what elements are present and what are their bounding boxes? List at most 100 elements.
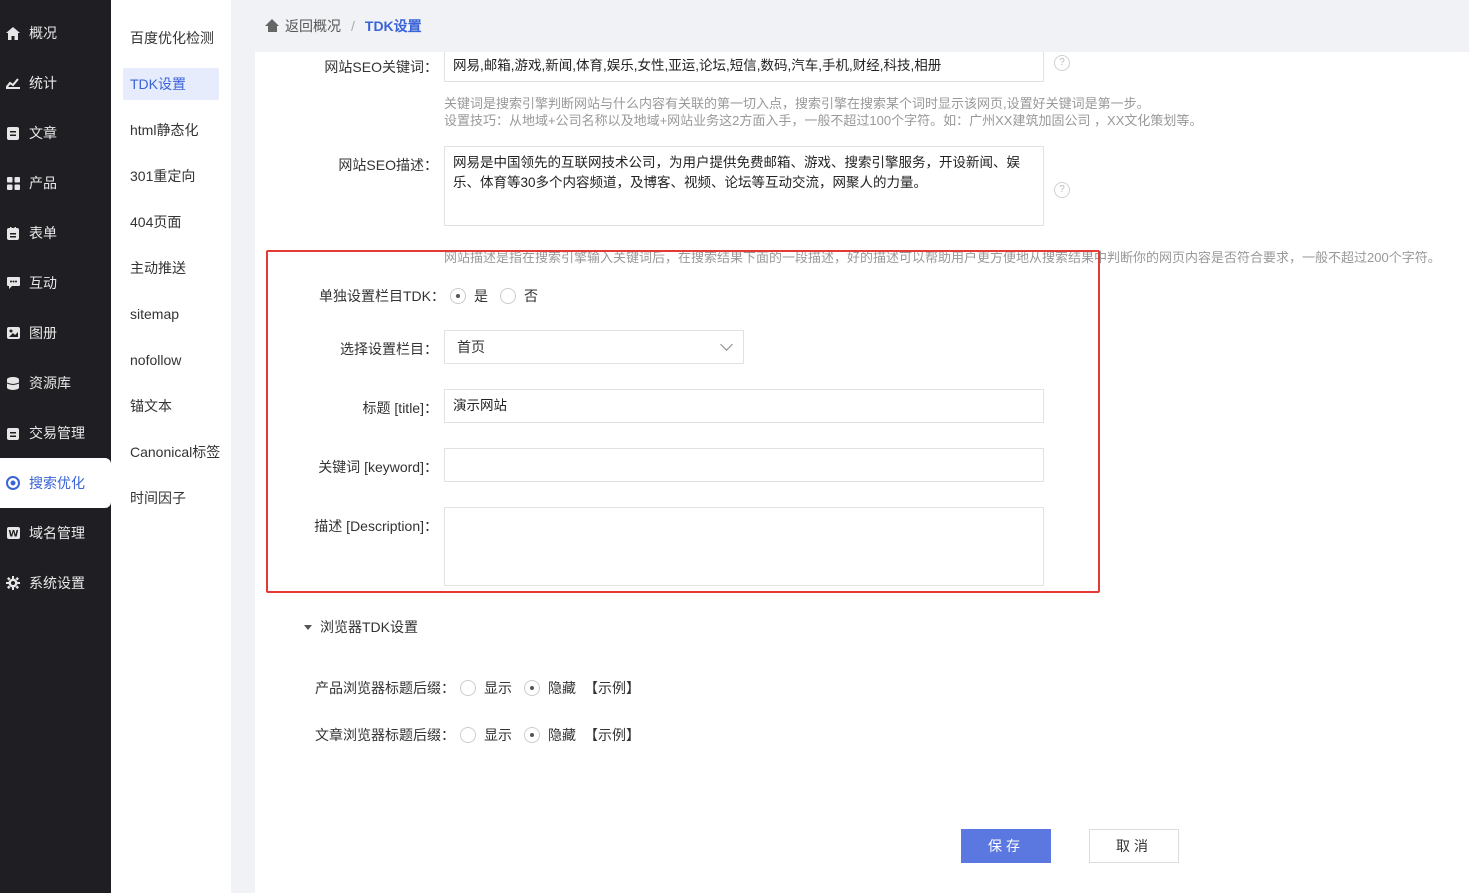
description-label: 描述 [Description]： [314, 518, 438, 534]
nav-item-settings[interactable]: 系统设置 [0, 558, 111, 608]
nav-item-label: 互动 [29, 275, 57, 291]
nav-item-label: 交易管理 [29, 425, 85, 441]
title-input[interactable]: 演示网站 [444, 389, 1044, 423]
seo-keywords-label: 网站SEO关键词： [324, 59, 438, 75]
product-suffix-label: 产品浏览器标题后缀： [315, 680, 455, 696]
product-suffix-example-link[interactable]: 【示例】 [584, 678, 640, 698]
nav-item-products[interactable]: 产品 [0, 158, 111, 208]
image-icon [6, 326, 20, 340]
seo-keywords-help-2: 设置技巧：从地域+公司名称以及地域+网站业务这2方面入手，一般不超过100个字符… [444, 113, 1203, 128]
save-button[interactable]: 保存 [961, 829, 1051, 863]
seo-keywords-help-1: 关键词是搜索引擎判断网站与什么内容有关联的第一切入点，搜索引擎在搜索某个词时显示… [444, 96, 1150, 111]
select-column-label: 选择设置栏目： [340, 341, 438, 357]
subnav-item-tdk[interactable]: TDK设置 [123, 68, 219, 100]
seo-keywords-input[interactable]: 网易,邮箱,游戏,新闻,体育,娱乐,女性,亚运,论坛,短信,数码,汽车,手机,财… [444, 52, 1044, 82]
radio-label: 显示 [484, 680, 512, 696]
chevron-down-icon [720, 338, 733, 351]
column-tdk-yes-radio[interactable]: 是 [450, 286, 488, 306]
nav-item-label: 域名管理 [29, 525, 85, 541]
breadcrumb-back-label: 返回概况 [285, 18, 341, 34]
subnav-item-push[interactable]: 主动推送 [123, 252, 219, 284]
description-textarea[interactable] [444, 507, 1044, 586]
keyword-input[interactable] [444, 448, 1044, 482]
subnav-item-anchor-text[interactable]: 锚文本 [123, 390, 219, 422]
page-title: TDK设置 [364, 18, 422, 34]
column-tdk-label: 单独设置栏目TDK： [319, 288, 445, 304]
radio-unchecked-icon [460, 727, 476, 743]
domain-icon: W [6, 526, 20, 540]
column-tdk-no-radio[interactable]: 否 [500, 286, 538, 306]
radio-checked-icon [524, 727, 540, 743]
product-suffix-hide-radio[interactable]: 隐藏 [524, 678, 576, 698]
radio-unchecked-icon [500, 288, 516, 304]
nav-item-label: 资源库 [29, 375, 71, 391]
subnav-item-301-redirect[interactable]: 301重定向 [123, 160, 219, 192]
chat-icon [6, 276, 20, 290]
nav-item-domains[interactable]: W 域名管理 [0, 508, 111, 558]
article-suffix-hide-radio[interactable]: 隐藏 [524, 725, 576, 745]
help-icon[interactable]: ? [1054, 182, 1070, 198]
subnav-item-html-static[interactable]: html静态化 [123, 114, 219, 146]
nav-item-label: 产品 [29, 175, 57, 191]
grid-icon [6, 176, 20, 190]
radio-checked-icon [450, 288, 466, 304]
seo-desc-help: 网站描述是指在搜索引擎输入关键词后，在搜索结果下面的一段描述，好的描述可以帮助用… [444, 250, 1441, 265]
radio-unchecked-icon [460, 680, 476, 696]
nav-item-label: 搜索优化 [29, 475, 85, 491]
home-icon [265, 19, 280, 33]
chart-icon [6, 76, 20, 90]
breadcrumb-back-link[interactable]: 返回概况 [265, 16, 341, 36]
seo-desc-label: 网站SEO描述： [338, 157, 438, 173]
main-content: 网站SEO关键词： 网易,邮箱,游戏,新闻,体育,娱乐,女性,亚运,论坛,短信,… [255, 52, 1469, 893]
seo-desc-textarea[interactable]: 网易是中国领先的互联网技术公司，为用户提供免费邮箱、游戏、搜索引擎服务，开设新闻… [444, 146, 1044, 226]
nav-item-forms[interactable]: 表单 [0, 208, 111, 258]
subnav-item-404-page[interactable]: 404页面 [123, 206, 219, 238]
help-icon[interactable]: ? [1054, 55, 1070, 71]
nav-item-overview[interactable]: 概况 [0, 8, 111, 58]
home-icon [6, 26, 20, 40]
article-suffix-label: 文章浏览器标题后缀： [315, 727, 455, 743]
nav-item-trade[interactable]: 交易管理 [0, 408, 111, 458]
browser-tdk-section-title: 浏览器TDK设置 [320, 619, 418, 635]
radio-label: 显示 [484, 727, 512, 743]
article-icon [6, 126, 20, 140]
nav-item-label: 图册 [29, 325, 57, 341]
nav-item-label: 文章 [29, 125, 57, 141]
nav-item-label: 统计 [29, 75, 57, 91]
browser-tdk-section-toggle[interactable]: 浏览器TDK设置 [304, 617, 418, 637]
subnav-item-canonical[interactable]: Canonical标签 [123, 436, 233, 468]
radio-label: 是 [474, 288, 488, 304]
seo-icon [6, 476, 20, 490]
nav-item-statistics[interactable]: 统计 [0, 58, 111, 108]
nav-item-seo[interactable]: 搜索优化 [0, 458, 111, 508]
sub-nav: 百度优化检测 TDK设置 html静态化 301重定向 404页面 主动推送 s… [111, 0, 231, 893]
keyword-label: 关键词 [keyword]： [318, 459, 438, 475]
title-label: 标题 [title]： [362, 400, 438, 416]
nav-item-articles[interactable]: 文章 [0, 108, 111, 158]
caret-down-icon [304, 624, 312, 630]
radio-label: 否 [524, 288, 538, 304]
cancel-button[interactable]: 取消 [1089, 829, 1179, 863]
nav-item-resources[interactable]: 资源库 [0, 358, 111, 408]
column-select-value: 首页 [457, 339, 485, 355]
main-nav: 概况 统计 文章 产品 表单 互动 图册 资源库 交易管理 搜索优化 W 域名管… [0, 0, 111, 893]
article-suffix-example-link[interactable]: 【示例】 [584, 725, 640, 745]
radio-label: 隐藏 [548, 727, 576, 743]
breadcrumb-separator: / [351, 18, 355, 34]
article-suffix-show-radio[interactable]: 显示 [460, 725, 512, 745]
product-suffix-show-radio[interactable]: 显示 [460, 678, 512, 698]
subnav-item-nofollow[interactable]: nofollow [123, 344, 219, 376]
nav-item-gallery[interactable]: 图册 [0, 308, 111, 358]
nav-item-interaction[interactable]: 互动 [0, 258, 111, 308]
breadcrumb: 返回概况 / TDK设置 [231, 0, 1469, 52]
subnav-item-sitemap[interactable]: sitemap [123, 298, 219, 330]
database-icon [6, 376, 20, 390]
subnav-item-baidu-check[interactable]: 百度优化检测 [123, 22, 219, 54]
gear-icon [6, 576, 20, 590]
nav-item-label: 表单 [29, 225, 57, 241]
nav-item-label: 概况 [29, 25, 57, 41]
subnav-item-time-factor[interactable]: 时间因子 [123, 482, 219, 514]
radio-checked-icon [524, 680, 540, 696]
column-select[interactable]: 首页 [444, 330, 744, 364]
trade-icon [6, 426, 20, 440]
